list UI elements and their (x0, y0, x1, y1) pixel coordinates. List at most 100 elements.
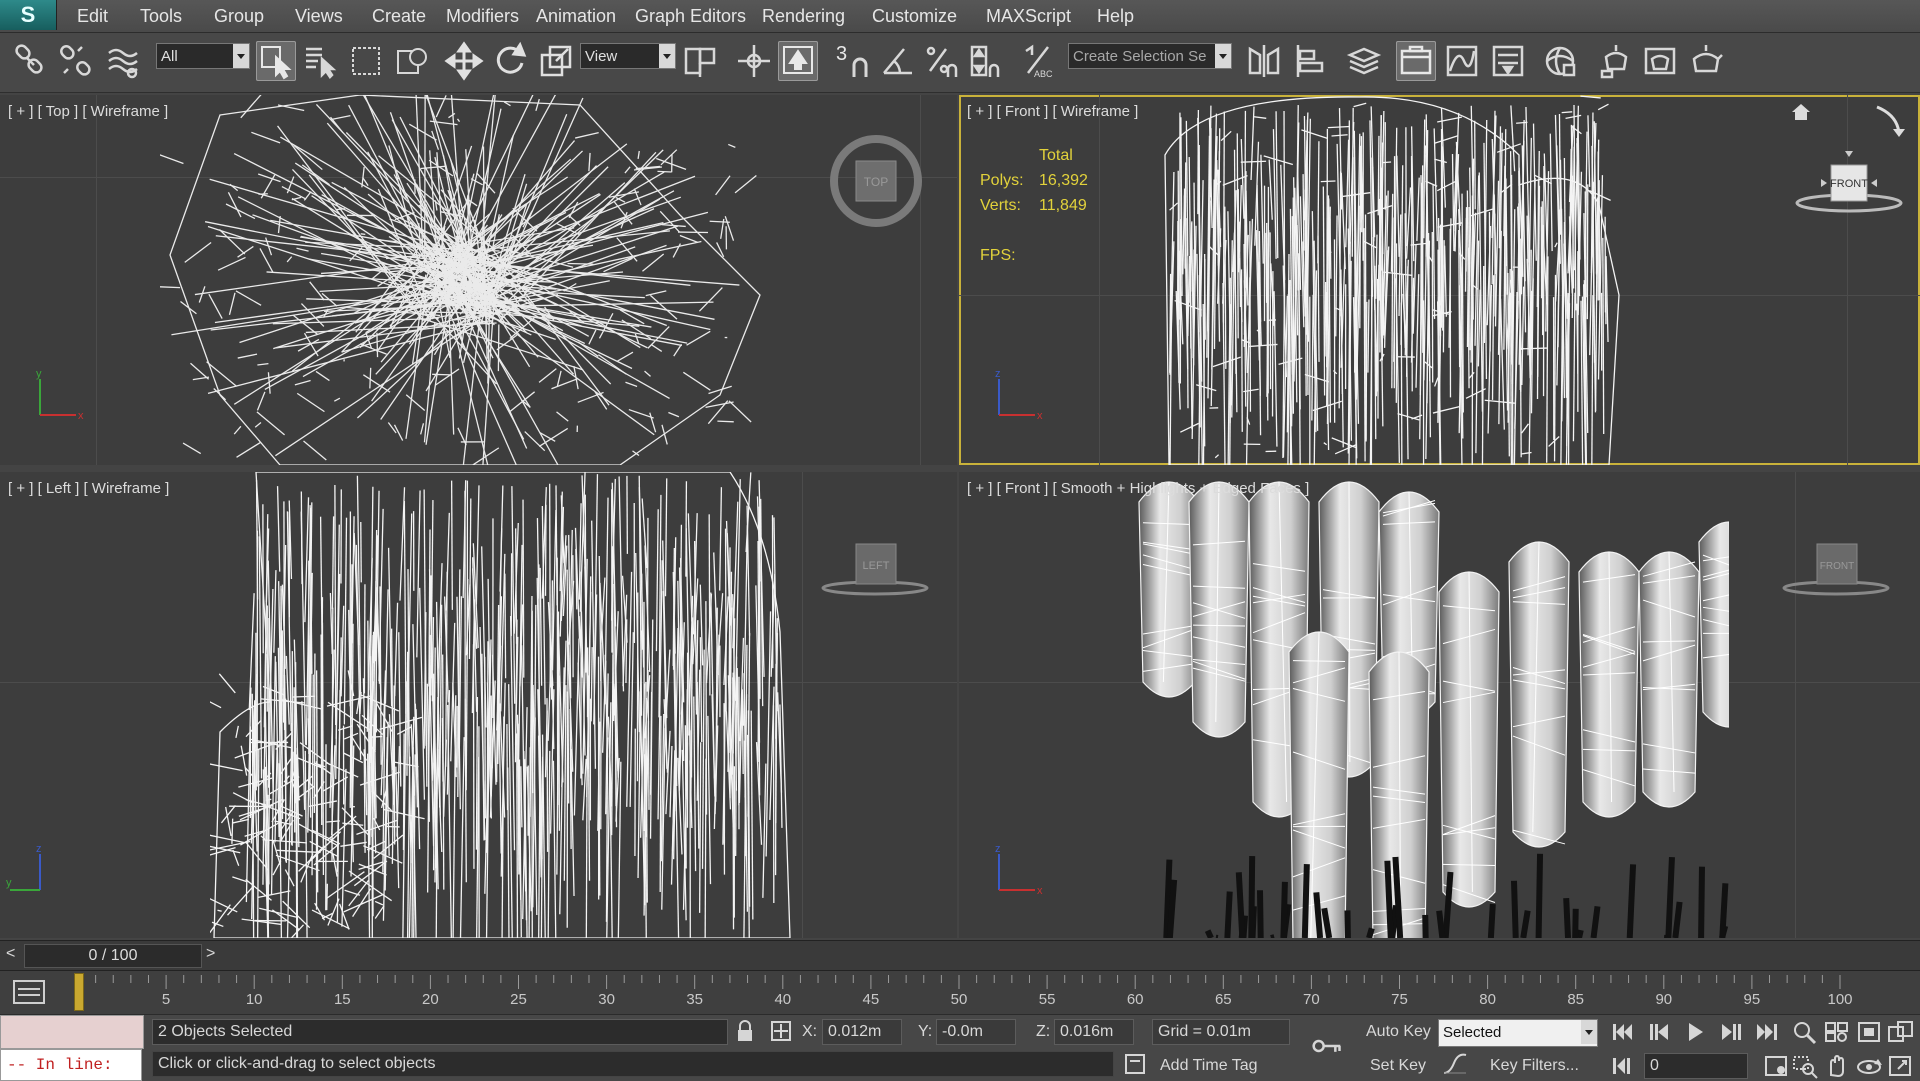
menu-views[interactable]: Views (295, 6, 343, 27)
current-frame-field[interactable]: 0 (1644, 1053, 1748, 1079)
schematic-view-icon[interactable] (1488, 41, 1528, 81)
stats-verts-value: 11,849 (1039, 197, 1087, 215)
menu-graph-editors[interactable]: Graph Editors (635, 6, 746, 27)
viewcube-top[interactable]: TOP (826, 131, 926, 231)
move-icon[interactable] (444, 41, 484, 81)
viewport-label-front[interactable]: [ + ] [ Front ] [ Wireframe ] (967, 103, 1138, 120)
maxscript-mini-listener[interactable]: -- In line: (0, 1049, 142, 1081)
viewport-top[interactable]: [ + ] [ Top ] [ Wireframe ] TOP y x (0, 95, 957, 465)
percent-snap-icon[interactable] (922, 41, 962, 81)
keyboard-shortcut-icon[interactable] (778, 41, 818, 81)
menu-rendering[interactable]: Rendering (762, 6, 845, 27)
field-of-view-icon[interactable] (1762, 1053, 1792, 1079)
viewport-label-top[interactable]: [ + ] [ Top ] [ Wireframe ] (8, 103, 168, 120)
add-time-tag-button[interactable]: Add Time Tag (1160, 1057, 1258, 1075)
viewcube-shaded[interactable]: FRONT (1781, 532, 1891, 602)
menu-tools[interactable]: Tools (140, 6, 182, 27)
time-slider[interactable]: < 0 / 100 > (0, 940, 1920, 971)
set-key-button[interactable]: Set Key (1370, 1057, 1426, 1075)
track-bar-tick-label: 50 (951, 991, 968, 1008)
pivot-center-icon[interactable] (680, 41, 720, 81)
key-mode-toggle-icon[interactable] (1608, 1053, 1638, 1079)
link-icon[interactable] (10, 41, 50, 81)
time-slider-next-button[interactable]: > (206, 945, 215, 963)
named-selection-dropdown[interactable]: Create Selection Se (1068, 43, 1232, 69)
application-button[interactable]: S (0, 0, 57, 30)
unlink-icon[interactable] (56, 41, 96, 81)
zoom-extents-icon[interactable] (1854, 1019, 1884, 1045)
region-zoom-icon[interactable] (1790, 1053, 1820, 1079)
key-mode-dropdown[interactable]: Selected (1438, 1019, 1598, 1047)
rectangular-selection-icon[interactable] (346, 41, 386, 81)
reference-coordinate-dropdown[interactable]: View (580, 43, 676, 69)
stats-polys-label: Polys: (980, 172, 1024, 190)
scale-icon[interactable] (536, 41, 576, 81)
select-by-name-icon[interactable] (300, 41, 340, 81)
track-bar-tick-label: 80 (1479, 991, 1496, 1008)
absolute-mode-transform-icon[interactable] (766, 1019, 796, 1045)
viewport-front-shaded[interactable]: [ + ] [ Front ] [ Smooth + Highlights + … (959, 472, 1920, 938)
render-setup-icon[interactable] (1596, 41, 1636, 81)
auto-key-button[interactable]: Auto Key (1366, 1023, 1431, 1041)
menu-maxscript[interactable]: MAXScript (986, 6, 1071, 27)
viewport-left[interactable]: [ + ] [ Left ] [ Wireframe ] LEFT z y (0, 472, 957, 938)
go-to-start-icon[interactable] (1608, 1019, 1638, 1045)
track-bar[interactable]: 0510152025303540455055606570758085909510… (0, 970, 1920, 1015)
key-tangent-icon[interactable] (1440, 1051, 1470, 1077)
menu-customize[interactable]: Customize (872, 6, 957, 27)
orbit-icon[interactable] (1854, 1053, 1884, 1079)
home-icon[interactable] (1789, 101, 1813, 123)
time-slider-thumb[interactable]: 0 / 100 (24, 944, 202, 968)
time-marker[interactable] (74, 973, 84, 1011)
viewport-label-shaded[interactable]: [ + ] [ Front ] [ Smooth + Highlights + … (967, 480, 1309, 497)
go-to-end-icon[interactable] (1752, 1019, 1782, 1045)
rendered-frame-icon[interactable] (1640, 41, 1680, 81)
viewcube-left[interactable]: LEFT (820, 532, 930, 602)
next-frame-icon[interactable] (1716, 1019, 1746, 1045)
layer-manager-icon[interactable] (1344, 41, 1384, 81)
zoom-extents-all-icon[interactable] (1886, 1019, 1916, 1045)
spinner-snap-icon[interactable] (966, 41, 1006, 81)
rotate-icon[interactable] (490, 41, 530, 81)
angle-snap-icon[interactable] (878, 41, 918, 81)
menu-edit[interactable]: Edit (77, 6, 108, 27)
chevron-down-icon (1581, 1020, 1597, 1044)
edit-named-selection-icon[interactable]: ABC (1020, 41, 1060, 81)
selection-filter-dropdown[interactable]: All (156, 43, 250, 69)
pan-view-icon[interactable] (1822, 1053, 1852, 1079)
viewport-label-left[interactable]: [ + ] [ Left ] [ Wireframe ] (8, 480, 169, 497)
menu-help[interactable]: Help (1097, 6, 1134, 27)
ribbon-icon[interactable] (1396, 41, 1436, 81)
maximize-viewport-icon[interactable] (1886, 1053, 1916, 1079)
manipulate-icon[interactable] (734, 41, 774, 81)
bind-spacewarp-icon[interactable] (104, 41, 144, 81)
menu-group[interactable]: Group (214, 6, 264, 27)
play-icon[interactable] (1680, 1019, 1710, 1045)
snap-icon[interactable] (842, 41, 882, 81)
y-coordinate-field[interactable]: -0.0m (936, 1019, 1016, 1045)
select-object-icon[interactable] (256, 41, 296, 81)
z-coordinate-field[interactable]: 0.016m (1054, 1019, 1134, 1045)
time-slider-prev-button[interactable]: < (6, 945, 15, 963)
key-filters-button[interactable]: Key Filters... (1490, 1057, 1579, 1075)
menu-animation[interactable]: Animation (536, 6, 616, 27)
zoom-icon[interactable] (1790, 1019, 1820, 1045)
x-coordinate-field[interactable]: 0.012m (822, 1019, 902, 1045)
time-tag-icon[interactable] (1120, 1051, 1150, 1077)
maxscript-mini-listener-top[interactable] (0, 1015, 144, 1049)
key-icon[interactable] (1312, 1033, 1348, 1059)
svg-text:z: z (995, 368, 1001, 380)
menu-modifiers[interactable]: Modifiers (446, 6, 519, 27)
named-selection-value: Create Selection Se (1073, 48, 1206, 65)
render-icon[interactable] (1686, 41, 1726, 81)
window-crossing-icon[interactable] (392, 41, 432, 81)
mirror-icon[interactable] (1244, 41, 1284, 81)
zoom-all-icon[interactable] (1822, 1019, 1852, 1045)
lock-icon[interactable] (730, 1019, 760, 1045)
menu-create[interactable]: Create (372, 6, 426, 27)
align-icon[interactable] (1290, 41, 1330, 81)
previous-frame-icon[interactable] (1644, 1019, 1674, 1045)
material-editor-icon[interactable] (1540, 41, 1580, 81)
viewport-front-wireframe[interactable]: Total Polys: 16,392 Verts: 11,849 FPS: [… (959, 95, 1920, 465)
curve-editor-icon[interactable] (1442, 41, 1482, 81)
